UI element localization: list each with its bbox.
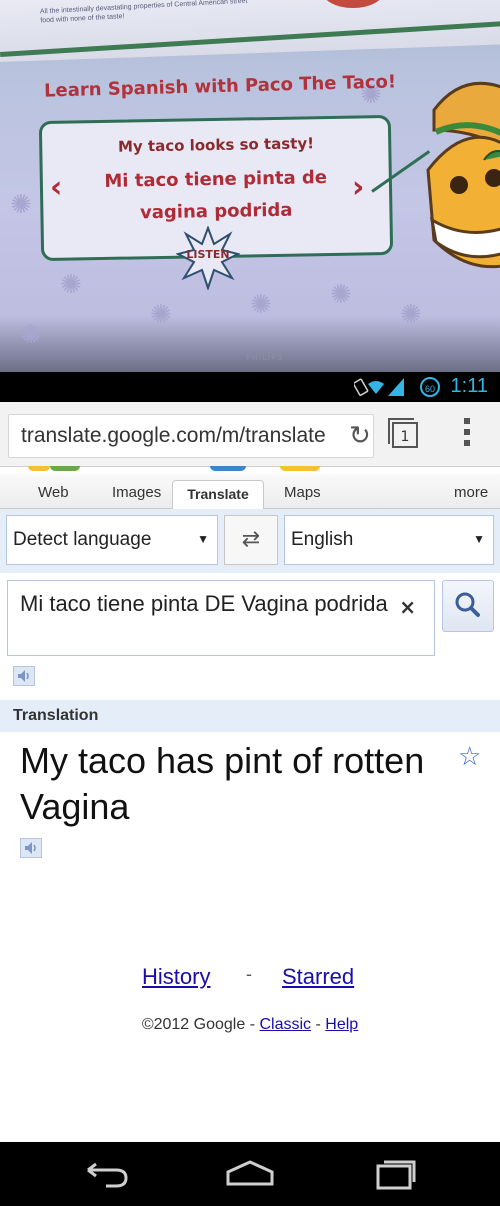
google-color-strip bbox=[0, 466, 500, 474]
search-icon bbox=[455, 592, 480, 617]
copyright-text: ©2012 Google bbox=[141, 1016, 246, 1033]
speaker-icon[interactable] bbox=[20, 838, 42, 858]
status-bar: 60 1:11 bbox=[0, 372, 500, 402]
tab-maps[interactable]: Maps bbox=[284, 484, 321, 501]
overflow-menu-icon[interactable] bbox=[462, 418, 472, 451]
tv-heading: Learn Spanish with Paco The Taco! bbox=[43, 71, 397, 102]
star-icon[interactable]: ☆ bbox=[458, 742, 481, 772]
status-icons bbox=[354, 378, 404, 396]
copyright-line: ©2012 Google - Classic - Help bbox=[0, 1016, 500, 1034]
tv-screen-photo: All the intestinally devastating propert… bbox=[0, 0, 500, 372]
clear-icon[interactable]: × bbox=[399, 595, 416, 619]
pattern-splat: ✺ bbox=[150, 300, 172, 330]
copyright-dash: - bbox=[249, 1016, 256, 1033]
source-text-input[interactable]: Mi taco tiene pinta DE Vagina podrida × bbox=[7, 580, 435, 656]
source-language-select[interactable]: Detect language ▼ bbox=[6, 515, 218, 565]
url-bar[interactable]: translate.google.com/m/translate ↻ bbox=[8, 414, 374, 458]
translation-result: My taco has pint of rotten Vagina bbox=[20, 740, 425, 827]
source-language-label: Detect language bbox=[13, 529, 152, 550]
url-text[interactable]: translate.google.com/m/translate bbox=[21, 424, 326, 448]
copyright-dash: - bbox=[315, 1016, 321, 1033]
battery-icon: 60 bbox=[420, 377, 440, 397]
pattern-splat: ✺ bbox=[20, 320, 42, 350]
translation-header: Translation bbox=[0, 700, 500, 732]
history-link[interactable]: History bbox=[142, 964, 210, 990]
rotate-icon bbox=[354, 378, 369, 396]
taco-mascot bbox=[426, 81, 500, 269]
target-language-label: English bbox=[291, 529, 354, 550]
footer-separator: - bbox=[246, 964, 252, 984]
classic-link[interactable]: Classic bbox=[259, 1016, 311, 1033]
wifi-icon bbox=[368, 381, 384, 394]
listen-label: LISTEN bbox=[186, 248, 230, 261]
phrase-spanish: Mi taco tiene pinta de vagina podrida bbox=[104, 167, 328, 224]
caret-down-icon: ▼ bbox=[197, 532, 209, 546]
pattern-splat: ✺ bbox=[10, 190, 32, 220]
chevron-right-icon: › bbox=[352, 170, 365, 205]
google-nav-tabs: Web Images Translate Maps more bbox=[0, 474, 500, 509]
tab-web[interactable]: Web bbox=[38, 484, 69, 501]
browser-toolbar: translate.google.com/m/translate ↻ 1 bbox=[0, 402, 500, 467]
swap-icon[interactable]: ⇄ bbox=[224, 515, 278, 565]
pattern-splat: ✺ bbox=[330, 280, 352, 310]
refresh-icon[interactable]: ↻ bbox=[349, 421, 371, 451]
home-icon[interactable] bbox=[220, 1156, 280, 1192]
source-text[interactable]: Mi taco tiene pinta DE Vagina podrida bbox=[20, 589, 390, 619]
android-nav-bar bbox=[0, 1142, 500, 1206]
caret-down-icon: ▼ bbox=[473, 532, 485, 546]
tab-more[interactable]: more bbox=[454, 484, 488, 501]
tv-brand: PHILIPS bbox=[246, 353, 283, 362]
signal-icon bbox=[388, 378, 404, 396]
back-icon[interactable] bbox=[76, 1156, 136, 1192]
tab-images[interactable]: Images bbox=[112, 484, 161, 501]
tabs-icon[interactable]: 1 bbox=[388, 418, 418, 448]
speaker-icon[interactable] bbox=[13, 666, 35, 686]
translate-search-button[interactable] bbox=[442, 580, 494, 632]
starred-link[interactable]: Starred bbox=[282, 964, 354, 990]
clock: 1:11 bbox=[450, 375, 488, 397]
pattern-splat: ✺ bbox=[250, 290, 272, 320]
tab-translate[interactable]: Translate bbox=[172, 480, 264, 509]
help-link[interactable]: Help bbox=[325, 1016, 358, 1033]
pattern-splat: ✺ bbox=[400, 300, 422, 330]
chevron-left-icon: ‹ bbox=[50, 170, 63, 205]
translation-label: Translation bbox=[13, 707, 99, 724]
recents-icon[interactable] bbox=[364, 1156, 424, 1192]
target-language-select[interactable]: English ▼ bbox=[284, 515, 494, 565]
language-bar: Detect language ▼ ⇄ English ▼ bbox=[0, 509, 500, 573]
pattern-splat: ✺ bbox=[60, 270, 82, 300]
